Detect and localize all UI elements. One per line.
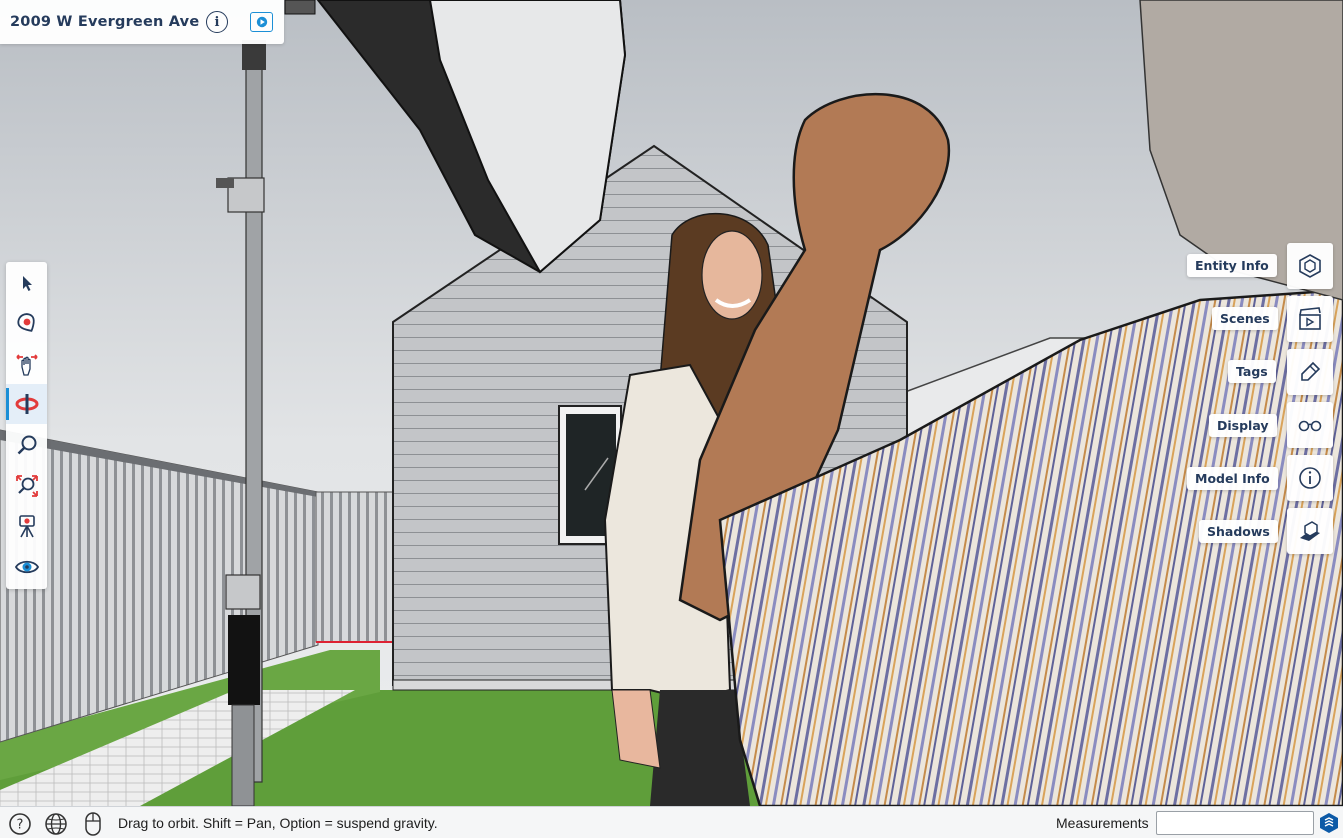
display-label[interactable]: Display [1209,414,1277,437]
title-bar: 2009 W Evergreen Ave i [0,0,284,44]
presentation-button[interactable] [250,12,273,32]
help-button[interactable]: ? [7,811,33,837]
info-circle-icon: i [214,14,220,30]
model-info-panel-button[interactable] [1287,455,1333,501]
scenes-label[interactable]: Scenes [1212,307,1278,330]
pin-marker-icon [16,313,35,332]
model-title: 2009 W Evergreen Ave [10,14,200,30]
help-icon: ? [9,813,31,835]
measurements-input[interactable] [1156,811,1314,835]
mouse-instructions-button[interactable] [80,811,106,837]
shadow-box-icon [1300,521,1320,541]
clapperboard-icon [1299,307,1321,330]
eye-icon [14,560,39,574]
pan-tool[interactable] [6,344,47,384]
info-circle-icon [1299,467,1321,489]
scenes-button[interactable] [1287,296,1333,342]
position-camera-tool[interactable] [6,506,47,546]
status-bar: ? Drag to orbit. Shift = Pan, Option = s… [0,806,1343,838]
select-tool[interactable] [6,263,47,303]
look-around-tool[interactable] [6,547,47,587]
glasses-icon [1298,420,1322,432]
mouse-icon [85,812,101,836]
hand-arrows-icon [15,354,38,376]
orbit-icon [15,394,38,414]
orbit-tool[interactable] [6,384,47,424]
geo-location-button[interactable] [43,811,69,837]
scene-render[interactable] [0,0,1343,806]
tag-pencil-icon [1301,361,1321,381]
measurements-label: Measurements [1056,815,1149,831]
entity-info-button[interactable] [1287,243,1333,289]
zoom-extents-icon [15,475,38,497]
tags-label[interactable]: Tags [1228,360,1276,383]
status-hint: Drag to orbit. Shift = Pan, Option = sus… [118,815,438,831]
zoom-tool[interactable] [6,425,47,465]
globe-icon [45,813,67,835]
walk-tool[interactable] [6,303,47,343]
entity-cube-icon [1299,254,1321,278]
display-button[interactable] [1287,402,1333,448]
shadows-button[interactable] [1287,508,1333,554]
tripod-icon [18,515,35,538]
play-square-icon [256,16,267,28]
shadows-label[interactable]: Shadows [1199,520,1278,543]
tags-button[interactable] [1287,349,1333,395]
zoom-extents-tool[interactable] [6,466,47,506]
magnifier-icon [17,435,36,455]
arrow-cursor-icon [22,276,32,291]
model-viewport[interactable]: 2009 W Evergreen Ave i Entity Info Scene… [0,0,1343,806]
sketchup-logo-icon[interactable] [1318,812,1340,834]
svg-text:?: ? [17,818,24,833]
entity-info-label[interactable]: Entity Info [1187,254,1277,277]
model-info-label[interactable]: Model Info [1187,467,1278,490]
tool-palette [6,262,47,589]
model-info-button[interactable]: i [206,11,228,33]
